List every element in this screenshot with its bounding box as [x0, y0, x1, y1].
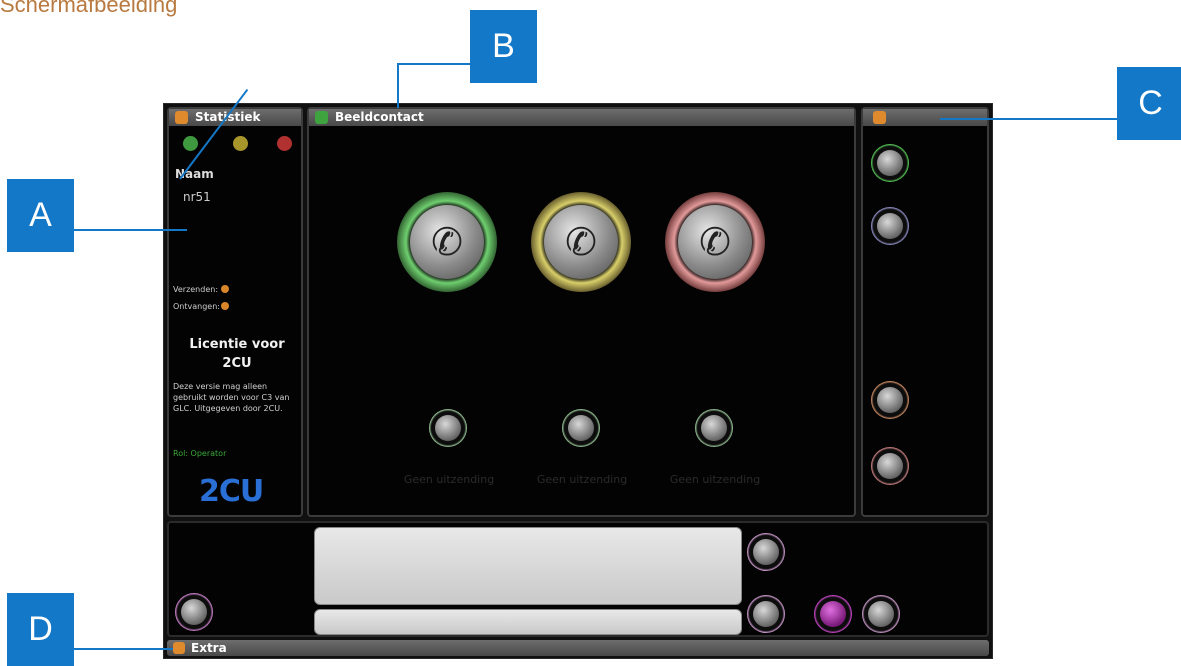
callout-c-line [940, 118, 1117, 120]
statistics-header: Statistiek [169, 109, 301, 126]
received-label: Ontvangen: [173, 302, 220, 311]
side-contact-purple-button[interactable] [871, 207, 909, 245]
received-indicator-icon [221, 302, 229, 310]
extra-bar[interactable]: Extra [167, 640, 989, 656]
status-yellow-light[interactable] [233, 136, 248, 151]
message-input-field[interactable] [314, 609, 742, 635]
message-output-area[interactable] [314, 527, 742, 605]
channel-1-small-button[interactable] [429, 409, 467, 447]
callout-c-label: C [1117, 67, 1181, 140]
call-channel-1-button[interactable]: ✆ [397, 192, 497, 292]
callout-d-label: D [7, 593, 74, 666]
callout-d-line [73, 648, 173, 650]
settings-icon [873, 111, 886, 124]
video-contact-title: Beeldcontact [335, 110, 424, 124]
handset-icon: ✆ [565, 220, 597, 264]
channel-3-small-button[interactable] [695, 409, 733, 447]
send-message-button[interactable] [747, 595, 785, 633]
video-contact-header: Beeldcontact [309, 109, 854, 126]
channel-2-status: Geen uitzending [536, 473, 628, 486]
channel-3-status: Geen uitzending [669, 473, 761, 486]
extra-menu-button[interactable] [175, 593, 213, 631]
2cu-logo: 2CU [199, 474, 264, 509]
phone-icon [315, 111, 328, 124]
extra-icon [173, 642, 185, 654]
chat-history-button[interactable] [747, 533, 785, 571]
callout-a-line-h [74, 229, 187, 231]
screenshot-caption: Schermafbeelding [0, 0, 178, 17]
record-button[interactable] [814, 595, 852, 633]
status-red-light[interactable] [277, 136, 292, 151]
application-window: Statistiek Naam nr51 Verzenden: Ontvange… [163, 103, 993, 659]
side-call-orange-button[interactable] [871, 381, 909, 419]
bottom-panel [167, 521, 989, 637]
name-value: nr51 [183, 190, 211, 204]
extra-title: Extra [191, 641, 227, 655]
callout-b-label: B [470, 10, 537, 83]
side-contact-green-button[interactable] [871, 144, 909, 182]
call-channel-3-button[interactable]: ✆ [665, 192, 765, 292]
options-button[interactable] [862, 595, 900, 633]
role-text: Rol: Operator [173, 449, 227, 458]
callout-b-line-h [397, 63, 470, 65]
video-contact-panel: Beeldcontact ✆ ✆ ✆ Geen uitzending Geen … [307, 107, 856, 517]
handset-icon: ✆ [699, 220, 731, 264]
side-panel [861, 107, 989, 517]
handset-icon: ✆ [431, 220, 463, 264]
license-text: Deze versie mag alleen gebruikt worden v… [173, 382, 290, 413]
side-hangup-pink-button[interactable] [871, 447, 909, 485]
sent-indicator-icon [221, 285, 229, 293]
channel-1-status: Geen uitzending [403, 473, 495, 486]
channel-2-small-button[interactable] [562, 409, 600, 447]
call-channel-2-button[interactable]: ✆ [531, 192, 631, 292]
sent-label: Verzenden: [173, 285, 219, 294]
callout-a-label: A [7, 179, 74, 252]
status-green-light[interactable] [183, 136, 198, 151]
license-title: Licentie voor 2CU [189, 337, 285, 371]
callout-b-line-v [397, 63, 399, 108]
statistics-icon [175, 111, 188, 124]
